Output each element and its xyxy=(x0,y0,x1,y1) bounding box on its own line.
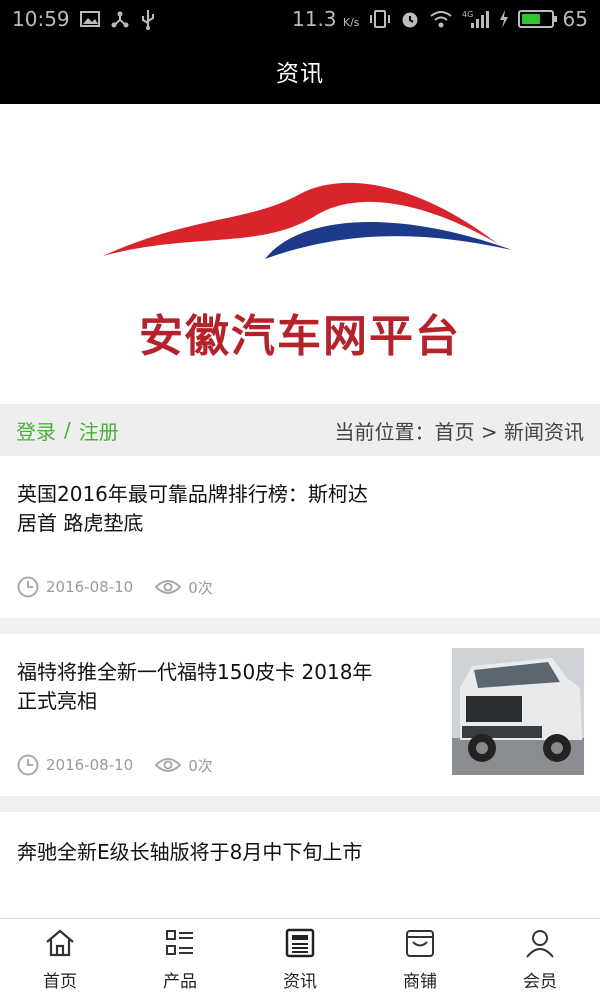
news-title[interactable]: 福特将推全新一代福特150皮卡 2018年 正式亮相 xyxy=(17,658,372,716)
pickup-truck-image xyxy=(452,648,584,775)
battery-icon xyxy=(517,10,557,28)
nav-item-member[interactable]: 会员 xyxy=(480,919,600,1000)
app-header: 资讯 xyxy=(0,38,600,104)
breadcrumb-current: 新闻资讯 xyxy=(504,419,584,444)
news-item-1[interactable]: 英国2016年最可靠品牌排行榜：斯柯达 居首 路虎垫底 2016-08-10 0… xyxy=(0,456,600,618)
news-title[interactable]: 奔驰全新E级长轴版将于8月中下旬上市 xyxy=(17,838,362,867)
breadcrumb: 当前位置：首页 > 新闻资讯 xyxy=(335,416,584,445)
status-time: 10:59 xyxy=(12,7,70,31)
breadcrumb-home[interactable]: 首页 xyxy=(435,420,475,444)
news-meta: 2016-08-10 0次 xyxy=(17,576,213,598)
battery-percent: 65 xyxy=(562,7,588,31)
news-title[interactable]: 英国2016年最可靠品牌排行榜：斯柯达 居首 路虎垫底 xyxy=(17,480,368,538)
news-icon xyxy=(284,927,316,963)
banner[interactable]: 安徽汽车网平台 xyxy=(0,104,600,404)
nav-item-news[interactable]: 资讯 xyxy=(240,919,360,1000)
alarm-icon xyxy=(400,9,420,29)
clock-icon xyxy=(17,754,39,776)
nav-item-products[interactable]: 产品 xyxy=(120,919,240,1000)
home-icon xyxy=(44,927,76,963)
vibrate-icon xyxy=(369,9,391,29)
nav-item-home[interactable]: 首页 xyxy=(0,919,120,1000)
shop-icon xyxy=(404,927,436,963)
register-link[interactable]: 注册 xyxy=(79,416,119,445)
nav-label: 商铺 xyxy=(403,972,437,992)
news-views: 0次 xyxy=(188,578,213,597)
nav-label: 会员 xyxy=(523,972,557,992)
wifi-icon xyxy=(429,10,453,28)
clock-icon xyxy=(17,576,39,598)
nav-label: 产品 xyxy=(163,972,197,992)
charging-icon xyxy=(499,9,509,29)
logo-text: 安徽汽车网平台 xyxy=(139,311,461,362)
location-bar: 登录 / 注册 当前位置：首页 > 新闻资讯 xyxy=(0,404,600,456)
eye-icon xyxy=(155,756,182,774)
status-bar: 10:59 11.3 K/s 4G 65 xyxy=(0,0,600,38)
user-icon xyxy=(524,927,556,963)
nav-label: 资讯 xyxy=(283,972,317,992)
usb-icon xyxy=(140,8,156,30)
login-link[interactable]: 登录 xyxy=(16,416,56,445)
network-share-icon xyxy=(110,9,130,29)
news-meta: 2016-08-10 0次 xyxy=(17,754,213,776)
breadcrumb-prefix: 当前位置： xyxy=(334,419,435,444)
news-date: 2016-08-10 xyxy=(46,578,134,596)
eye-icon xyxy=(155,578,182,596)
bottom-nav: 首页 产品 资讯 商铺 会员 xyxy=(0,918,600,1000)
page-title: 资讯 xyxy=(276,61,324,87)
list-icon xyxy=(164,927,196,963)
news-item-3[interactable]: 奔驰全新E级长轴版将于8月中下旬上市 xyxy=(0,812,600,918)
signal-icon: 4G xyxy=(462,9,490,29)
svg-text:4G: 4G xyxy=(462,10,473,19)
news-item-2[interactable]: 福特将推全新一代福特150皮卡 2018年 正式亮相 2016-08-10 0次 xyxy=(0,634,600,796)
login-separator: / xyxy=(64,418,71,442)
news-views: 0次 xyxy=(188,756,213,775)
news-thumbnail[interactable] xyxy=(452,648,584,775)
net-speed: 11.3 K/s xyxy=(292,7,360,31)
breadcrumb-arrow: > xyxy=(480,419,498,444)
nav-label: 首页 xyxy=(43,972,77,992)
news-date: 2016-08-10 xyxy=(46,756,134,774)
image-icon xyxy=(79,10,100,28)
nav-item-shop[interactable]: 商铺 xyxy=(360,919,480,1000)
